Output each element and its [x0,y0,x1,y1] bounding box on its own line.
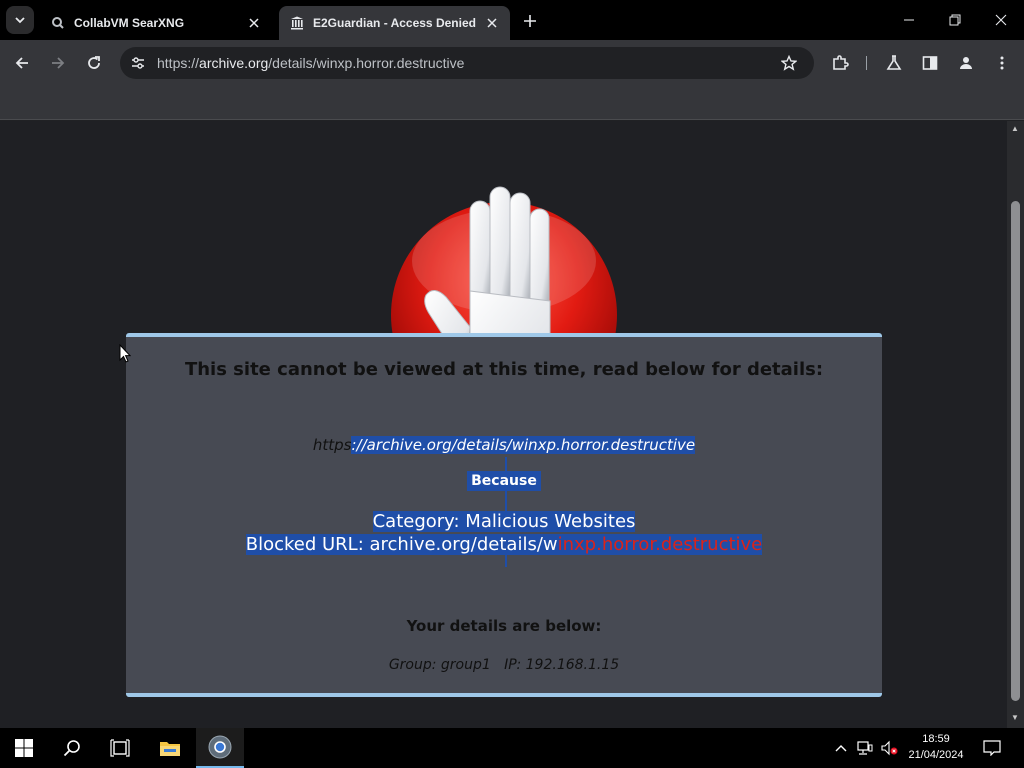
network-button[interactable] [854,728,876,768]
flask-icon [886,55,902,70]
close-icon [995,14,1007,26]
details-line: Group: group1 IP: 192.168.1.15 [126,657,882,673]
clock-time: 18:59 [922,733,950,745]
tab-e2guardian-access-denied[interactable]: E2Guardian - Access Denied [279,6,510,40]
page-scrollbar[interactable]: ▲ ▼ [1007,121,1024,728]
forward-button[interactable] [44,49,72,77]
windows-taskbar: 18:59 21/04/2024 [0,728,1024,768]
file-explorer-icon [160,742,180,756]
blocked-url-reason-line: Blocked URL: archive.org/details/winxp.h… [126,534,882,555]
minimize-icon [904,19,914,21]
scroll-thumb[interactable] [1011,201,1020,701]
close-window-button[interactable] [978,0,1024,40]
notification-icon [983,740,1001,756]
show-hidden-icons-button[interactable] [832,728,850,768]
blocked-url-line: https://archive.org/details/winxp.horror… [126,436,882,454]
task-view-button[interactable] [96,728,144,768]
new-tab-button[interactable] [518,9,542,33]
tab-title: E2Guardian - Access Denied [313,16,476,30]
chrome-taskbar-button[interactable] [196,728,244,768]
restore-icon [949,14,961,26]
because-text: Because [467,471,541,491]
scroll-down-icon[interactable]: ▼ [1011,713,1019,722]
side-panel-button[interactable] [916,49,944,77]
kebab-menu-icon [1000,56,1004,70]
address-bar[interactable]: https://archive.org/details/winxp.horror… [120,47,814,79]
group-text: Group: group1 [388,657,491,673]
ip-text: IP: 192.168.1.15 [504,657,620,673]
url-host: archive.org [199,55,269,71]
blocked-url-red: inxp.horror.destructive [557,534,763,555]
extensions-button[interactable] [826,49,854,77]
block-heading: This site cannot be viewed at this time,… [184,359,824,380]
network-icon [857,741,873,755]
url-text[interactable]: https://archive.org/details/winxp.horror… [157,55,464,71]
mouse-cursor-icon [119,343,132,368]
tab-collabvm-searxng[interactable]: CollabVM SearXNG [40,6,272,40]
details-heading: Your details are below: [406,617,602,635]
minimize-button[interactable] [886,0,932,40]
taskbar-search-button[interactable] [48,728,96,768]
url-scheme: https:// [157,55,200,71]
menu-button[interactable] [988,49,1016,77]
task-view-icon [110,739,130,757]
chevron-up-icon [835,745,847,752]
scroll-up-icon[interactable]: ▲ [1011,124,1019,133]
url-path: /details/winxp.horror.destructive [268,55,465,71]
close-icon[interactable] [246,15,262,31]
chrome-icon [208,735,232,759]
back-arrow-icon [15,57,28,69]
page-content: This site cannot be viewed at this time,… [0,121,1007,728]
close-icon[interactable] [484,15,500,31]
labs-button[interactable] [880,49,908,77]
blocked-url-rest: ://archive.org/details/winxp.horror.dest… [351,436,696,454]
profile-button[interactable] [952,49,980,77]
toolbar-separator [866,56,867,70]
clock-date: 21/04/2024 [908,749,964,761]
speaker-muted-icon [881,740,898,756]
blocked-url-label: Blocked URL: archive.org/details/w [245,534,558,555]
notifications-button[interactable] [980,728,1004,768]
block-notice-box: This site cannot be viewed at this time,… [126,333,882,697]
bookmarks-bar [0,86,1024,120]
forward-arrow-icon [52,57,65,69]
tab-strip: CollabVM SearXNG E2Guardian - Access Den… [0,0,1024,40]
tab-search-button[interactable] [6,6,34,34]
tab-title: CollabVM SearXNG [74,16,185,30]
restore-button[interactable] [932,0,978,40]
blocked-url-scheme: https [312,436,352,454]
reload-button[interactable] [80,49,108,77]
start-button[interactable] [0,728,48,768]
profile-icon [960,57,972,69]
archive-favicon-icon [289,15,305,31]
back-button[interactable] [8,49,36,77]
taskbar-clock[interactable]: 18:59 21/04/2024 [900,731,972,763]
because-label: Because [126,471,882,491]
searxng-favicon-icon [50,15,66,31]
volume-button[interactable] [878,728,900,768]
side-panel-icon [922,56,938,70]
windows-start-icon [15,739,33,757]
file-explorer-button[interactable] [146,728,194,768]
tune-icon[interactable] [128,53,148,73]
star-icon[interactable] [778,52,800,74]
reload-icon [88,56,100,69]
plus-icon [524,15,536,27]
puzzle-icon [833,55,849,70]
category-line: Category: Malicious Websites [126,511,882,532]
category-text: Category: Malicious Websites [372,511,636,532]
search-icon [63,740,80,757]
chevron-down-icon [15,17,25,24]
